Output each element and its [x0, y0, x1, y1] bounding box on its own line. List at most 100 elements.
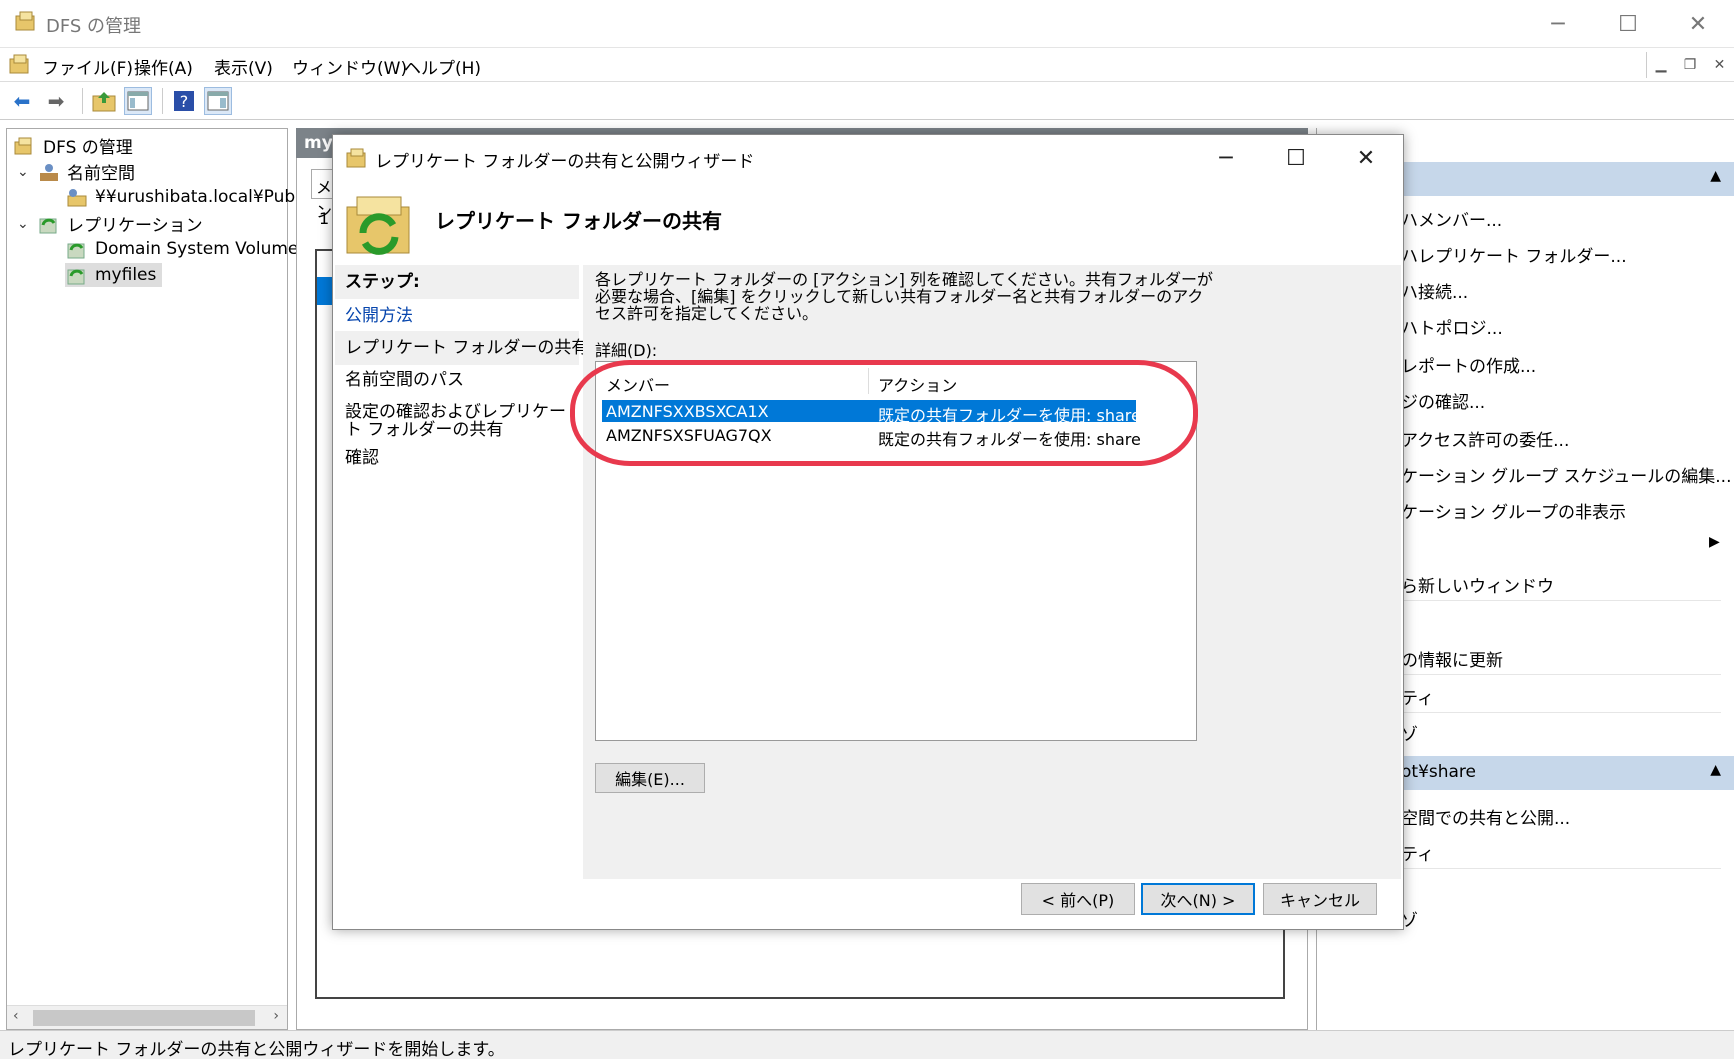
replication-icon	[37, 212, 61, 236]
dialog-title: レプリケート フォルダーの共有と公開ウィザード	[375, 152, 755, 172]
mdi-close-icon[interactable]: ✕	[1714, 57, 1726, 73]
action-item[interactable]: ジの確認...	[1401, 388, 1485, 413]
dialog-minimize-button[interactable]: ─	[1191, 135, 1261, 181]
details-list[interactable]: メンバー アクション AMZNFSXXBSXCA1X 既定の共有フォルダーを使用…	[595, 361, 1197, 741]
scroll-right-icon[interactable]: ›	[273, 1008, 279, 1024]
details-label: 詳細(D):	[595, 341, 658, 360]
action-item[interactable]: アクセス許可の委任...	[1401, 426, 1569, 451]
action-item[interactable]: ら新しいウィンドウ	[1401, 572, 1554, 597]
results-row-value: 1	[319, 209, 330, 228]
chevron-down-icon[interactable]: ⌄	[17, 216, 31, 232]
row-member: AMZNFSXSFUAG7QX	[606, 426, 772, 445]
step-share-current: レプリケート フォルダーの共有	[345, 338, 589, 358]
action-item[interactable]: ケーション グループ スケジュールの編集...	[1401, 462, 1731, 487]
tree-horizontal-scrollbar[interactable]: ‹ ›	[7, 1005, 287, 1029]
menu-help[interactable]: ヘルプ(H)	[404, 54, 481, 79]
tree-replication[interactable]: ⌄ レプリケーション	[17, 211, 203, 237]
collapse-up-icon[interactable]: ▲	[1710, 762, 1721, 778]
dialog-close-button[interactable]: ✕	[1331, 135, 1401, 181]
dialog-title-bar: レプリケート フォルダーの共有と公開ウィザード ─ ☐ ✕	[333, 135, 1403, 181]
menu-file[interactable]: ファイル(F)	[42, 54, 133, 79]
status-bar: レプリケート フォルダーの共有と公開ウィザードを開始します。	[0, 1030, 1734, 1059]
maximize-button[interactable]: ☐	[1594, 0, 1662, 48]
namespace-item-icon	[65, 185, 89, 209]
action-separator	[1401, 600, 1721, 601]
tree-namespaces[interactable]: ⌄ 名前空間	[17, 159, 135, 184]
step-namespace-path: 名前空間のパス	[345, 370, 464, 390]
action-item[interactable]: ハレプリケート フォルダー...	[1401, 242, 1627, 267]
cancel-button[interactable]: キャンセル	[1263, 883, 1377, 915]
row-action: 既定の共有フォルダーを使用: share	[878, 406, 1141, 425]
menu-view[interactable]: 表示(V)	[214, 54, 273, 79]
actions-section2-label: ot¥share	[1401, 762, 1477, 782]
edit-button[interactable]: 編集(E)...	[595, 763, 705, 793]
wizard-page-heading: レプリケート フォルダーの共有	[435, 209, 722, 233]
instructions-text: 各レプリケート フォルダーの [アクション] 列を確認してください。共有フォルダ…	[595, 270, 1213, 323]
replication-group-icon	[65, 237, 89, 261]
minimize-button[interactable]: ─	[1524, 0, 1592, 48]
row-action: 既定の共有フォルダーを使用: share	[878, 430, 1141, 449]
menu-bar: ファイル(F) 操作(A) 表示(V) ウィンドウ(W) ヘルプ(H) ▁ ❐ …	[0, 48, 1734, 82]
mdi-restore-icon[interactable]: ❐	[1684, 57, 1697, 73]
scrollbar-thumb[interactable]	[33, 1010, 255, 1026]
replication-group-icon	[65, 263, 89, 287]
collapse-up-icon[interactable]: ▲	[1710, 168, 1721, 184]
action-item[interactable]: ティ	[1401, 840, 1434, 865]
wizard-title-icon	[345, 147, 369, 169]
title-bar: DFS の管理 ─ ☐ ✕	[0, 0, 1734, 48]
list-row-selected[interactable]: AMZNFSXXBSXCA1X 既定の共有フォルダーを使用: share	[602, 400, 1141, 425]
toolbar: ⬅ ➡ ?	[0, 82, 1734, 120]
step-publish-method[interactable]: 公開方法	[345, 307, 413, 325]
wizard-dialog: レプリケート フォルダーの共有と公開ウィザード ─ ☐ ✕ レプリケート フォル…	[332, 134, 1404, 930]
chevron-down-icon[interactable]: ⌄	[17, 164, 31, 180]
close-button[interactable]: ✕	[1664, 0, 1732, 48]
action-item[interactable]: ティ	[1401, 684, 1434, 709]
back-arrow-icon[interactable]: ⬅	[8, 87, 36, 115]
forward-arrow-icon[interactable]: ➡	[42, 87, 70, 115]
action-separator	[1401, 868, 1721, 869]
action-item[interactable]: ハトポロジ...	[1401, 314, 1503, 339]
next-button[interactable]: 次へ(N) >	[1141, 883, 1255, 915]
tree-replication-item-selected[interactable]: myfiles	[65, 263, 163, 287]
console-tree: DFS の管理 ⌄ 名前空間 ¥¥urushibata.local¥Publ ⌄…	[6, 128, 300, 1030]
action-item[interactable]: ケーション グループの非表示	[1401, 498, 1626, 523]
column-divider	[868, 368, 869, 394]
wizard-content: 各レプリケート フォルダーの [アクション] 列を確認してください。共有フォルダ…	[583, 265, 1401, 879]
tree-namespace-item-label: ¥¥urushibata.local¥Publ	[95, 187, 300, 207]
tree-namespaces-label: 名前空間	[67, 164, 135, 184]
action-item[interactable]: レポートの作成...	[1401, 352, 1536, 377]
show-hide-tree-icon[interactable]	[124, 87, 152, 115]
help-icon[interactable]: ?	[170, 87, 198, 115]
tree-root-label: DFS の管理	[43, 138, 133, 158]
up-folder-icon[interactable]	[90, 87, 118, 115]
submenu-arrow-icon[interactable]: ▶	[1709, 534, 1720, 550]
mdi-minimize-icon[interactable]: ▁	[1656, 57, 1667, 73]
menu-window[interactable]: ウィンドウ(W)	[292, 54, 407, 79]
tree-namespace-item[interactable]: ¥¥urushibata.local¥Publ	[65, 185, 300, 209]
dfs-root-icon	[13, 134, 37, 158]
scroll-left-icon[interactable]: ‹	[13, 1008, 19, 1024]
wizard-steps: ステップ: 公開方法 レプリケート フォルダーの共有 名前空間のパス 設定の確認…	[335, 265, 588, 879]
toolbar-separator	[162, 88, 163, 114]
toolbar-separator	[82, 88, 83, 114]
column-header-member[interactable]: メンバー	[606, 372, 670, 396]
list-row[interactable]: AMZNFSXSFUAG7QX 既定の共有フォルダーを使用: share	[602, 424, 1141, 449]
back-button[interactable]: < 前へ(P)	[1021, 883, 1135, 915]
action-item[interactable]: の情報に更新	[1401, 646, 1503, 671]
mdi-controls: ▁ ❐ ✕	[1646, 52, 1734, 78]
action-item[interactable]: ハメンバー...	[1401, 206, 1502, 231]
tree-replication-item[interactable]: Domain System Volume	[65, 237, 298, 261]
tree-root[interactable]: DFS の管理	[13, 133, 133, 158]
action-separator	[1401, 674, 1721, 675]
action-item[interactable]: 空間での共有と公開...	[1401, 804, 1570, 829]
step-review-settings: 設定の確認およびレプリケート フォルダーの共有	[345, 403, 566, 439]
footer-area	[583, 845, 1401, 879]
column-header-action[interactable]: アクション	[878, 372, 957, 396]
dfs-app-icon	[14, 10, 38, 34]
tree-replication-item-label: Domain System Volume	[95, 239, 299, 259]
namespace-icon	[37, 160, 61, 184]
menu-action[interactable]: 操作(A)	[134, 54, 193, 79]
dialog-maximize-button[interactable]: ☐	[1261, 135, 1331, 181]
action-item[interactable]: ハ接続...	[1401, 278, 1468, 303]
show-hide-action-pane-icon[interactable]	[204, 87, 232, 115]
